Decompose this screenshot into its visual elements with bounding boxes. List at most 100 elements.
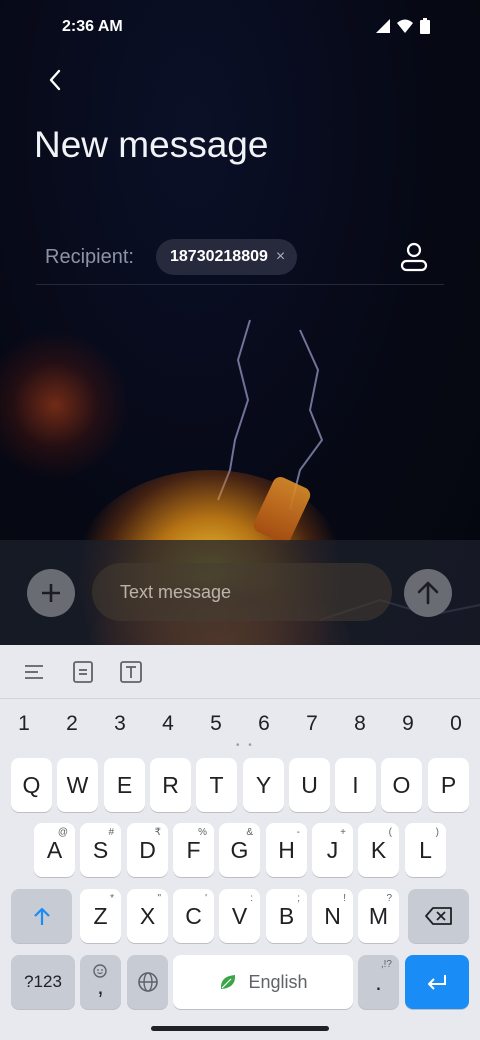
status-icons	[376, 18, 430, 34]
key-hint: "	[157, 893, 161, 904]
key-hint: (	[388, 827, 392, 838]
key-label: M	[368, 902, 389, 929]
key-label: H	[278, 836, 295, 863]
signal-icon	[376, 19, 390, 33]
enter-key[interactable]	[405, 955, 469, 1009]
symbols-key[interactable]: ?123	[11, 955, 75, 1009]
emoji-comma-key[interactable]: ,	[80, 955, 121, 1009]
emoji-icon	[93, 964, 107, 978]
key-label: X	[139, 902, 156, 929]
recipient-chip[interactable]: 18730218809 ×	[156, 239, 298, 275]
message-input-container[interactable]	[92, 563, 392, 621]
clipboard-icon[interactable]	[71, 660, 95, 684]
key-n[interactable]: N!	[312, 889, 353, 943]
home-indicator[interactable]	[151, 1026, 329, 1031]
key-hint: )	[435, 827, 439, 838]
send-button[interactable]	[404, 569, 452, 617]
key-label: D	[139, 836, 156, 863]
back-arrow-icon[interactable]	[40, 64, 72, 96]
key-s[interactable]: S #	[80, 823, 121, 877]
battery-icon	[420, 18, 430, 34]
key-8[interactable]: 8	[336, 712, 384, 736]
space-bar-language: English	[248, 971, 308, 992]
key-label: B	[278, 902, 295, 929]
leaf-icon	[221, 975, 236, 989]
page-title: New message	[34, 124, 269, 165]
key-6[interactable]: 6	[240, 712, 288, 736]
key-4[interactable]: 4	[144, 712, 192, 736]
backspace-key[interactable]	[408, 889, 469, 943]
key-h[interactable]: H-	[266, 823, 307, 877]
key-d[interactable]: D ₹	[127, 823, 168, 877]
key-9[interactable]: 9	[384, 712, 432, 736]
contact-picker-icon[interactable]	[398, 240, 430, 274]
key-z[interactable]: Z *	[80, 889, 121, 943]
key-3[interactable]: 3	[96, 712, 144, 736]
wifi-icon	[397, 19, 413, 33]
shift-key[interactable]	[11, 889, 72, 943]
key-q[interactable]: Q	[11, 758, 52, 812]
language-key[interactable]	[127, 955, 168, 1009]
key-hint: ?	[386, 893, 392, 904]
key-m[interactable]: M?	[358, 889, 399, 943]
message-input[interactable]	[118, 580, 382, 604]
key-o[interactable]: O	[381, 758, 422, 812]
status-time: 2:36 AM	[62, 18, 123, 35]
key-hint: +	[340, 827, 346, 838]
attach-button[interactable]	[27, 569, 75, 617]
key-label: S	[92, 836, 109, 863]
key-hint: '	[205, 893, 207, 904]
key-label: K	[370, 836, 387, 863]
key-l[interactable]: L)	[405, 823, 446, 877]
key-1[interactable]: 1	[0, 712, 48, 736]
period-label: .	[375, 968, 382, 995]
space-bar-label: English	[218, 971, 308, 993]
page-indicator-dots: • •	[236, 740, 255, 751]
key-label: G	[230, 836, 249, 863]
recipient-chip-number: 18730218809	[170, 248, 268, 265]
key-g[interactable]: G &	[219, 823, 260, 877]
period-key[interactable]: . ,!?	[358, 955, 399, 1009]
key-y[interactable]: Y	[243, 758, 284, 812]
key-a[interactable]: A @	[34, 823, 75, 877]
plus-icon	[42, 584, 60, 602]
key-b[interactable]: B;	[266, 889, 307, 943]
key-hint: *	[110, 893, 114, 904]
key-7[interactable]: 7	[288, 712, 336, 736]
key-k[interactable]: K(	[358, 823, 399, 877]
key-5[interactable]: 5	[192, 712, 240, 736]
keyboard-toolbar-divider	[0, 698, 480, 699]
key-r[interactable]: R	[150, 758, 191, 812]
key-0[interactable]: 0	[432, 712, 480, 736]
key-i[interactable]: I	[335, 758, 376, 812]
send-arrow-icon	[417, 581, 439, 605]
recipient-label: Recipient:	[45, 246, 134, 268]
key-f[interactable]: F%	[173, 823, 214, 877]
period-hint: ,!?	[380, 959, 392, 970]
key-w[interactable]: W	[57, 758, 98, 812]
space-bar[interactable]: English	[173, 955, 353, 1009]
text-format-icon[interactable]	[119, 660, 143, 684]
key-label: L	[419, 836, 432, 863]
text-align-icon[interactable]	[22, 660, 46, 684]
key-e[interactable]: E	[104, 758, 145, 812]
key-hint: @	[57, 827, 68, 838]
key-p[interactable]: P	[428, 758, 469, 812]
key-hint: :	[250, 893, 253, 904]
key-2[interactable]: 2	[48, 712, 96, 736]
key-x[interactable]: X "	[127, 889, 168, 943]
key-label: V	[231, 902, 248, 929]
key-u[interactable]: U	[289, 758, 330, 812]
key-hint: &	[246, 827, 253, 838]
remove-recipient-icon[interactable]: ×	[276, 248, 285, 266]
key-j[interactable]: J +	[312, 823, 353, 877]
key-label: F	[186, 836, 201, 863]
key-v[interactable]: V:	[219, 889, 260, 943]
key-c[interactable]: C '	[173, 889, 214, 943]
key-label: J	[326, 836, 339, 863]
key-label: C	[185, 902, 202, 929]
key-t[interactable]: T	[196, 758, 237, 812]
key-hint: ₹	[154, 827, 161, 838]
key-hint: -	[296, 827, 300, 838]
enter-icon	[428, 975, 446, 990]
